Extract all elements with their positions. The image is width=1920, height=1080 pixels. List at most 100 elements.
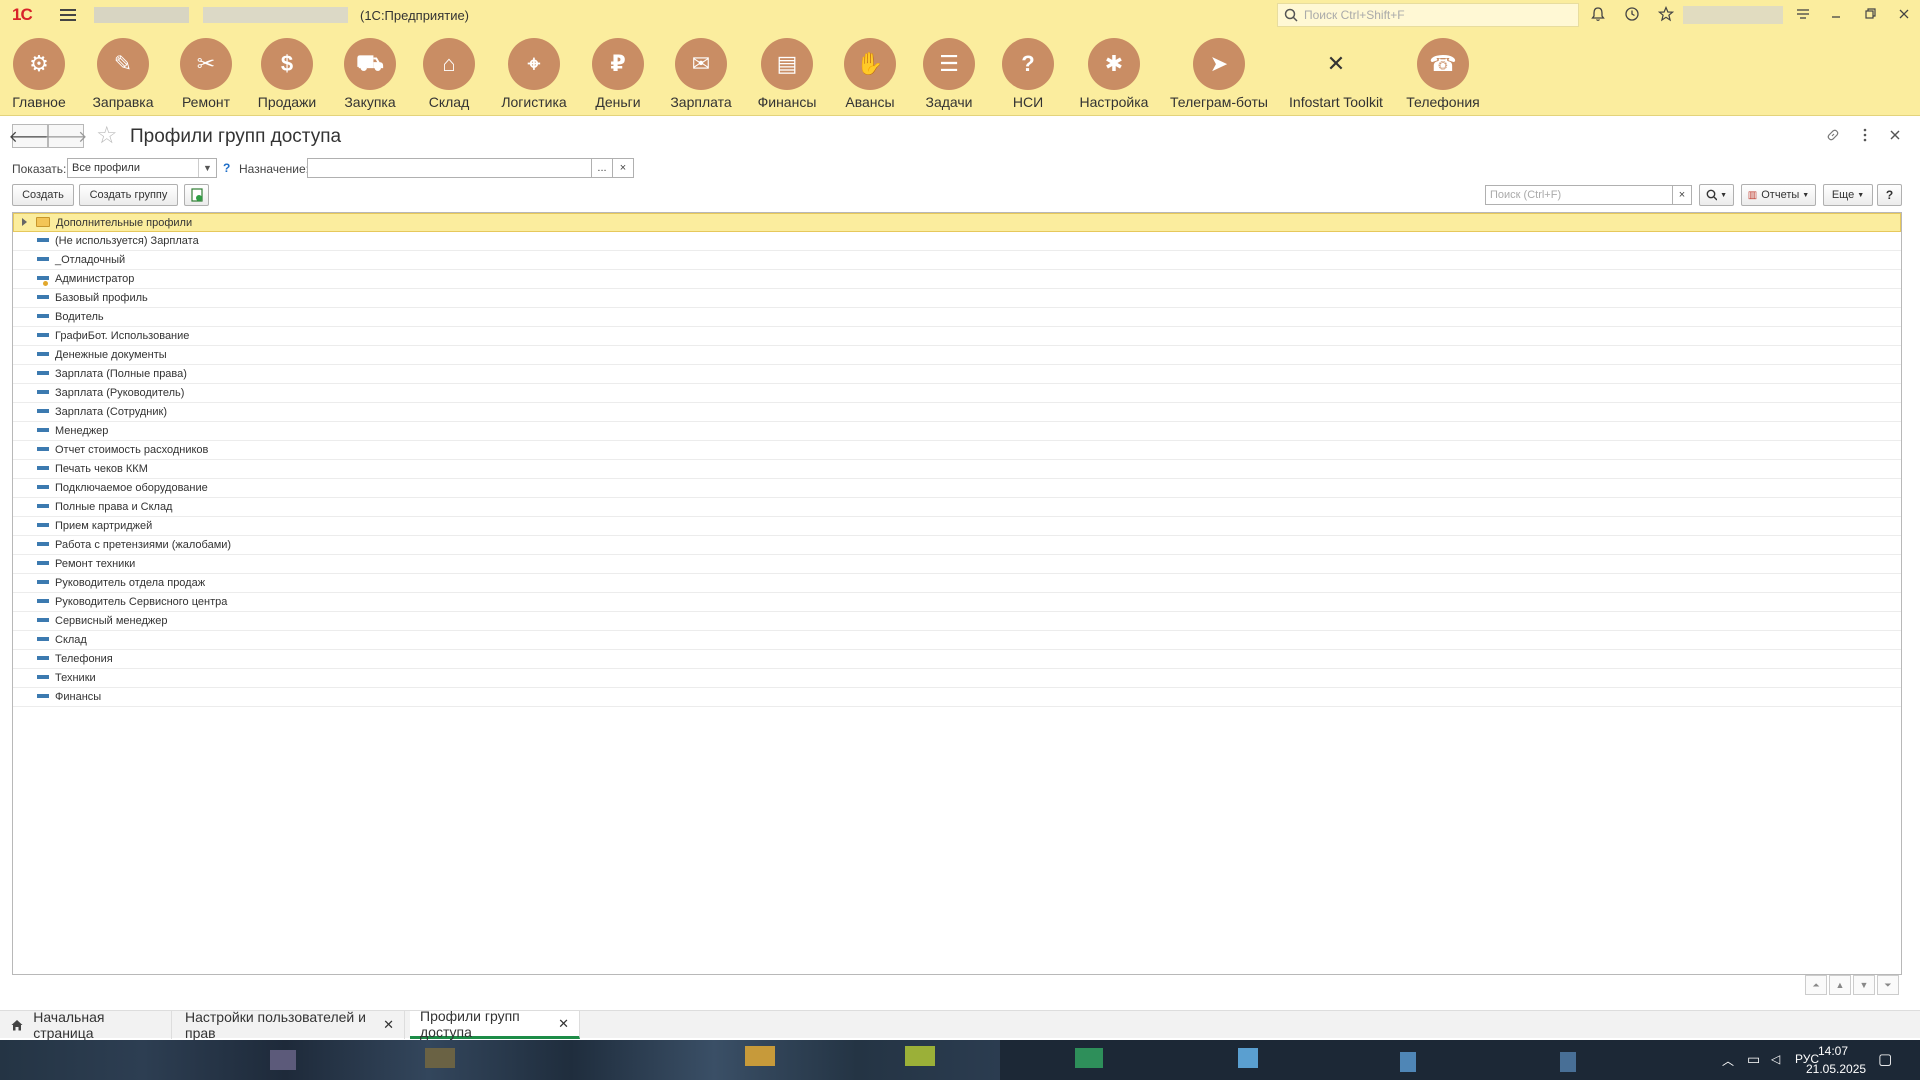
- profile-icon: [37, 313, 49, 318]
- speaker-icon[interactable]: ◁: [1771, 1052, 1780, 1066]
- close-form-icon[interactable]: [1887, 127, 1903, 148]
- menu-icon[interactable]: [1794, 6, 1812, 24]
- list-item[interactable]: Зарплата (Сотрудник): [13, 403, 1901, 422]
- list-item-label: Прием картриджей: [55, 520, 153, 532]
- restore-icon[interactable]: [1861, 6, 1879, 24]
- more-button[interactable]: Еще ▼: [1823, 184, 1873, 206]
- close-tab-icon[interactable]: ✕: [558, 1016, 569, 1032]
- notifications-icon[interactable]: ▢: [1878, 1050, 1892, 1068]
- forward-button[interactable]: 🡒: [45, 124, 87, 148]
- group-label: Дополнительные профили: [56, 216, 193, 229]
- list-item-label: Менеджер: [55, 425, 109, 437]
- scroll-top-button[interactable]: ⏶: [1805, 975, 1827, 995]
- export-excel-button[interactable]: [184, 184, 209, 206]
- list-item[interactable]: Техники: [13, 669, 1901, 688]
- section-settings[interactable]: ✱ Настройка: [1064, 38, 1164, 110]
- search-button[interactable]: ▼: [1699, 184, 1734, 206]
- history-icon[interactable]: [1623, 6, 1641, 24]
- section-infostart-toolkit[interactable]: ✕ Infostart Toolkit: [1286, 38, 1386, 110]
- list-item[interactable]: Работа с претензиями (жалобами): [13, 536, 1901, 555]
- list-item-label: (Не используется) Зарплата: [55, 235, 199, 247]
- list-item[interactable]: Администратор: [13, 270, 1901, 289]
- tab-home[interactable]: Начальная страница: [0, 1009, 172, 1041]
- list-item[interactable]: Склад: [13, 631, 1901, 650]
- help-button[interactable]: ?: [1877, 184, 1902, 206]
- section-telephony[interactable]: ☎ Телефония: [1393, 38, 1493, 110]
- profile-icon: [37, 503, 49, 508]
- cart-icon: ⛟: [344, 38, 396, 90]
- list-item[interactable]: Сервисный менеджер: [13, 612, 1901, 631]
- more-actions-icon[interactable]: [1857, 127, 1873, 148]
- create-button[interactable]: Создать: [12, 184, 74, 206]
- list-item[interactable]: Телефония: [13, 650, 1901, 669]
- help-icon[interactable]: ?: [223, 161, 230, 175]
- list-item-label: Отчет стоимость расходников: [55, 444, 209, 456]
- command-bar: Создать Создать группу Поиск (Ctrl+F) × …: [0, 183, 1920, 207]
- 1c-logo[interactable]: 1С: [12, 5, 42, 25]
- profile-icon: [37, 617, 49, 622]
- back-button[interactable]: 🡐: [9, 124, 51, 148]
- list-item[interactable]: Базовый профиль: [13, 289, 1901, 308]
- list-item[interactable]: Полные права и Склад: [13, 498, 1901, 517]
- blurred-taskbar-apps: [0, 1040, 1000, 1080]
- list-item[interactable]: Зарплата (Руководитель): [13, 384, 1901, 403]
- row-indent: [13, 460, 55, 479]
- clear-search-button[interactable]: ×: [1672, 185, 1692, 205]
- minimize-icon[interactable]: [1827, 6, 1845, 24]
- list-search-input[interactable]: Поиск (Ctrl+F): [1485, 185, 1673, 205]
- select-purpose-button[interactable]: ...: [591, 158, 613, 178]
- list-item[interactable]: Руководитель отдела продаж: [13, 574, 1901, 593]
- reports-button[interactable]: ▥ Отчеты ▼: [1741, 184, 1816, 206]
- list-item[interactable]: Ремонт техники: [13, 555, 1901, 574]
- close-tab-icon[interactable]: ✕: [383, 1017, 394, 1033]
- clear-purpose-button[interactable]: ×: [612, 158, 634, 178]
- phone-icon: ☎: [1417, 38, 1469, 90]
- group-row-additional-profiles[interactable]: Дополнительные профили: [13, 213, 1901, 232]
- scroll-bottom-button[interactable]: ⏷: [1877, 975, 1899, 995]
- main-menu-icon[interactable]: [60, 9, 76, 21]
- clock-date[interactable]: 21.05.2025: [1806, 1062, 1866, 1076]
- list-item[interactable]: Водитель: [13, 308, 1901, 327]
- filter-bar: Показать: Все профили ▼ ? Назначение: ..…: [0, 156, 1920, 180]
- list-item[interactable]: Прием картриджей: [13, 517, 1901, 536]
- link-icon[interactable]: [1825, 127, 1841, 148]
- star-icon[interactable]: [1657, 5, 1675, 24]
- section-reference[interactable]: ? НСИ: [978, 38, 1078, 110]
- list-item[interactable]: ГрафиБот. Использование: [13, 327, 1901, 346]
- row-indent: [13, 289, 55, 308]
- tab-user-settings[interactable]: Настройки пользователей и прав ✕: [175, 1009, 405, 1041]
- global-search-input[interactable]: Поиск Ctrl+Shift+F: [1277, 3, 1579, 27]
- list-item[interactable]: Зарплата (Полные права): [13, 365, 1901, 384]
- list-item[interactable]: Финансы: [13, 688, 1901, 707]
- show-select[interactable]: Все профили ▼: [67, 158, 217, 178]
- scroll-down-button[interactable]: ▼: [1853, 975, 1875, 995]
- clock-time[interactable]: 14:07: [1818, 1044, 1848, 1058]
- profile-icon: [37, 370, 49, 375]
- list-item[interactable]: Руководитель Сервисного центра: [13, 593, 1901, 612]
- purpose-field[interactable]: [307, 158, 593, 178]
- os-taskbar: ︿ ▭ ◁ РУС 14:07 21.05.2025 ▢: [0, 1040, 1920, 1080]
- chevron-down-icon[interactable]: ▼: [198, 159, 216, 177]
- profiles-list[interactable]: Дополнительные профили (Не используется)…: [12, 212, 1902, 975]
- create-group-button[interactable]: Создать группу: [79, 184, 178, 206]
- tab-access-group-profiles[interactable]: Профили групп доступа ✕: [410, 1008, 580, 1040]
- profile-icon: [37, 237, 49, 242]
- folder-icon: [36, 217, 50, 227]
- expand-arrow-icon[interactable]: [22, 218, 27, 226]
- chevron-up-icon[interactable]: ︿: [1722, 1052, 1734, 1069]
- favorite-star-icon[interactable]: ☆: [96, 124, 118, 148]
- section-telegram-bots[interactable]: ➤ Телеграм-боты: [1169, 38, 1269, 110]
- row-indent: [13, 555, 55, 574]
- list-item[interactable]: Менеджер: [13, 422, 1901, 441]
- list-item[interactable]: (Не используется) Зарплата: [13, 232, 1901, 251]
- scroll-up-button[interactable]: ▲: [1829, 975, 1851, 995]
- list-item[interactable]: Отчет стоимость расходников: [13, 441, 1901, 460]
- list-item[interactable]: Денежные документы: [13, 346, 1901, 365]
- section-salary[interactable]: ✉ Зарплата: [651, 38, 751, 110]
- close-icon[interactable]: [1895, 6, 1913, 24]
- list-item[interactable]: Печать чеков ККМ: [13, 460, 1901, 479]
- network-icon[interactable]: ▭: [1747, 1051, 1760, 1068]
- list-item[interactable]: Подключаемое оборудование: [13, 479, 1901, 498]
- bell-icon[interactable]: [1589, 6, 1607, 24]
- list-item[interactable]: _Отладочный: [13, 251, 1901, 270]
